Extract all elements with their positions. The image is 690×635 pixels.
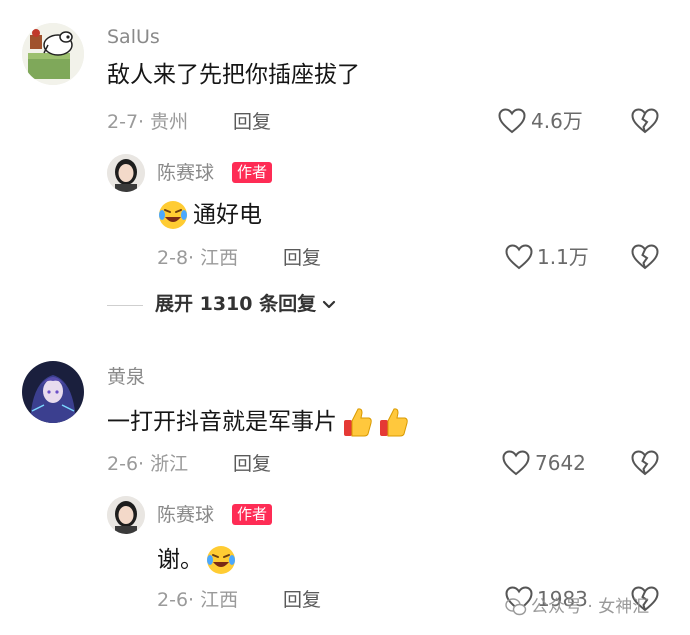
crying-laughing-emoji-icon: [207, 546, 235, 574]
like-button[interactable]: [502, 450, 530, 476]
author-badge: 作者: [232, 162, 273, 183]
comment-text-row: 一打开抖音就是军事片: [107, 405, 411, 439]
thumbs-up-emoji-icon: [380, 408, 408, 437]
reply-button[interactable]: 回复: [233, 455, 271, 474]
broken-heart-icon: [631, 108, 659, 134]
avatar[interactable]: [22, 361, 84, 423]
expand-replies-label: 展开 1310 条回复: [155, 293, 317, 315]
like-count: 1.1万: [537, 245, 589, 269]
like-button[interactable]: [498, 108, 526, 134]
comment-date-location: 2-6· 浙江: [107, 453, 189, 475]
author-reply-date-location: 2-8· 江西: [157, 247, 239, 269]
reply-button[interactable]: 回复: [283, 591, 321, 610]
comment-text: 一打开抖音就是军事片: [107, 408, 337, 435]
avatar[interactable]: [22, 23, 84, 85]
author-avatar[interactable]: [107, 154, 145, 192]
dislike-button[interactable]: [631, 244, 659, 270]
reply-button[interactable]: 回复: [233, 113, 271, 132]
like-count: 4.6万: [531, 109, 583, 133]
author-avatar[interactable]: [107, 496, 145, 534]
like-button[interactable]: [505, 244, 533, 270]
expand-divider: [107, 305, 143, 306]
author-username[interactable]: 陈赛球: [157, 506, 214, 525]
broken-heart-icon: [631, 450, 659, 476]
watermark: 公众号 · 女神汇: [505, 597, 649, 617]
author-reply-date-location: 2-6· 江西: [157, 589, 239, 611]
heart-outline-icon: [498, 108, 526, 134]
author-reply-text-row: 谢。: [157, 544, 237, 576]
chevron-down-icon: [323, 300, 336, 308]
comment-date-location: 2-7· 贵州: [107, 111, 189, 133]
author-reply-text: 谢。: [157, 546, 203, 573]
wechat-icon: [505, 598, 527, 616]
author-badge: 作者: [232, 504, 273, 525]
author-username[interactable]: 陈赛球: [157, 164, 214, 183]
author-reply-text: 通好电: [193, 202, 262, 228]
reply-button[interactable]: 回复: [283, 249, 321, 268]
broken-heart-icon: [631, 244, 659, 270]
heart-outline-icon: [502, 450, 530, 476]
dislike-button[interactable]: [631, 450, 659, 476]
expand-replies-button[interactable]: 展开 1310 条回复: [155, 295, 336, 314]
thumbs-up-emoji-icon: [344, 408, 372, 437]
like-count: 7642: [535, 451, 586, 475]
dislike-button[interactable]: [631, 108, 659, 134]
comment-username[interactable]: 黄泉: [107, 368, 145, 387]
heart-outline-icon: [505, 244, 533, 270]
watermark-text: 公众号 · 女神汇: [531, 596, 650, 617]
comment-username[interactable]: SalUs: [107, 28, 160, 47]
comment-text: 敌人来了先把你插座拔了: [107, 62, 360, 88]
crying-laughing-emoji-icon: [157, 199, 189, 231]
